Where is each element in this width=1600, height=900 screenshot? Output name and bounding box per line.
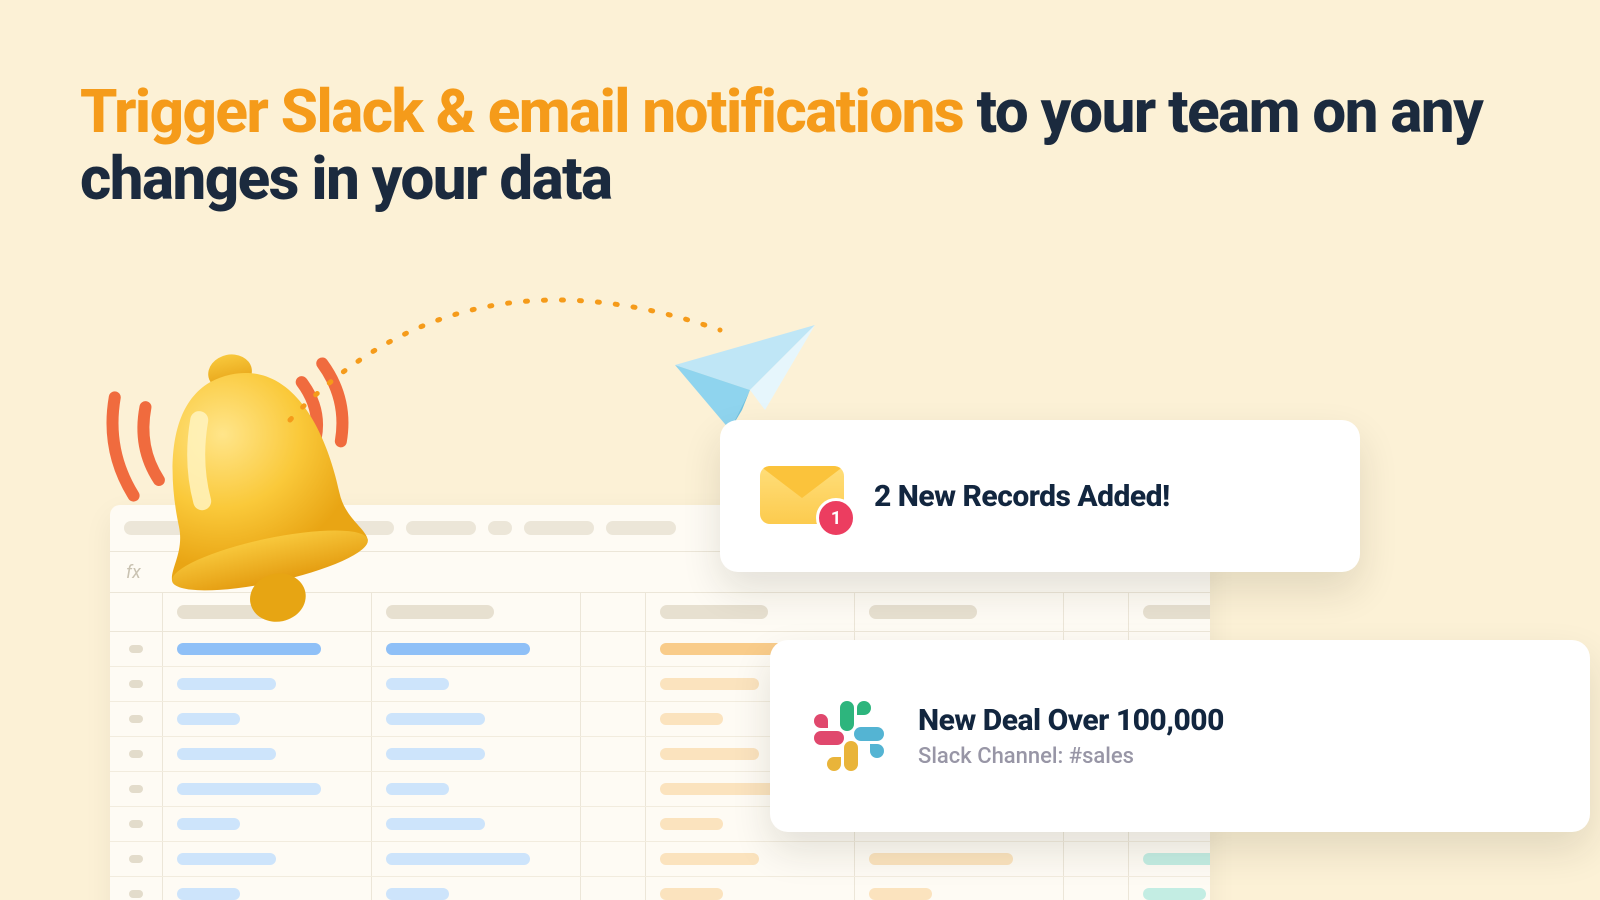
headline: Trigger Slack & email notifications to y… <box>80 78 1510 212</box>
slack-card-subtitle: Slack Channel: #sales <box>918 744 1224 769</box>
tab-placeholder <box>406 521 476 535</box>
table-row <box>110 842 1210 877</box>
tab-placeholder <box>488 521 512 535</box>
notification-badge: 1 <box>816 498 856 538</box>
headline-accent: Trigger Slack & email notifications <box>80 76 963 147</box>
promo-banner: Trigger Slack & email notifications to y… <box>0 0 1600 900</box>
envelope-icon: 1 <box>760 466 844 526</box>
email-card-title: 2 New Records Added! <box>874 479 1170 514</box>
tab-placeholder <box>606 521 676 535</box>
slack-notification-card: New Deal Over 100,000 Slack Channel: #sa… <box>770 640 1590 832</box>
tab-placeholder <box>524 521 594 535</box>
slack-icon <box>810 697 888 775</box>
slack-card-title: New Deal Over 100,000 <box>918 703 1224 738</box>
table-row <box>110 877 1210 900</box>
email-notification-card: 1 2 New Records Added! <box>720 420 1360 572</box>
